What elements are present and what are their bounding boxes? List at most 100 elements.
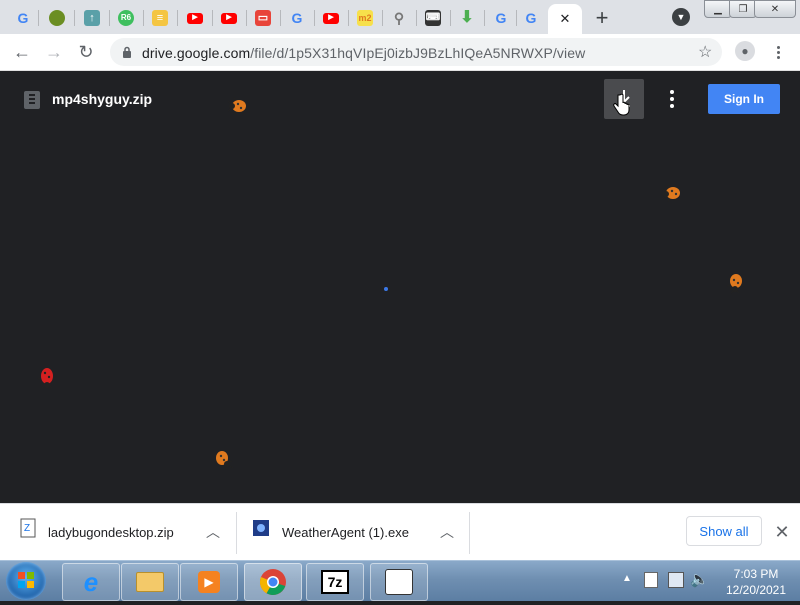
tab-store[interactable]: ▭: [248, 4, 278, 32]
volume-icon[interactable]: 🔈: [690, 570, 709, 588]
taskbar-explorer[interactable]: [121, 563, 179, 601]
download-button[interactable]: [604, 79, 644, 119]
close-shelf-button[interactable]: ✕: [772, 522, 792, 542]
svg-text:Z: Z: [24, 523, 30, 534]
google-icon: G: [525, 10, 537, 26]
address-bar[interactable]: drive.google.com/file/d/1p5X31hqVIpEj0iz…: [110, 38, 722, 66]
ladybug-icon: [216, 451, 234, 470]
zip-file-icon: Z: [20, 518, 36, 537]
upload-icon: ↑: [84, 10, 100, 26]
url-text: drive.google.com/file/d/1p5X31hqVIpEj0iz…: [142, 45, 585, 61]
shrek-icon: [49, 10, 65, 26]
network-icon[interactable]: [668, 572, 684, 588]
keyboard-icon: ⌨: [425, 10, 441, 26]
close-icon: ✕: [770, 3, 780, 15]
7zip-icon: 7z: [321, 570, 349, 594]
taskbar-ladybug-app[interactable]: [370, 563, 428, 601]
ladybug-icon: [726, 274, 745, 294]
tab-m2[interactable]: m2: [350, 4, 380, 32]
m2-icon: m2: [357, 10, 373, 26]
taskbar-ie[interactable]: e: [62, 563, 120, 601]
ladybug-app-icon: [385, 569, 413, 595]
chevron-up-icon[interactable]: ︿: [440, 522, 454, 542]
exe-file-icon: [253, 519, 269, 536]
sign-in-button[interactable]: Sign In: [708, 84, 780, 114]
person-icon: ●: [741, 44, 749, 58]
show-all-button[interactable]: Show all: [686, 516, 762, 546]
arrow-right-icon: →: [45, 41, 63, 62]
close-icon: ✕: [774, 521, 790, 542]
ladybug-icon: [37, 368, 57, 388]
file-explorer-icon: [136, 572, 164, 592]
minimize-button[interactable]: ▁: [704, 0, 732, 18]
tab-google-4[interactable]: G: [516, 4, 546, 32]
tab-search-dropdown[interactable]: ▼: [672, 8, 690, 26]
restore-button[interactable]: ❐: [729, 0, 757, 18]
tab-upload[interactable]: ↑: [77, 4, 107, 32]
hand-cursor-icon: [613, 93, 630, 116]
bookmark-star-icon[interactable]: ☆: [698, 42, 712, 62]
download-shelf: Z ladybugondesktop.zip ︿ WeatherAgent (1…: [0, 503, 800, 561]
tab-app[interactable]: R6: [111, 4, 141, 32]
windows-logo-icon: [18, 572, 34, 588]
tab-search[interactable]: ⚲: [384, 4, 414, 32]
close-icon[interactable]: ✕: [560, 11, 571, 27]
media-player-icon: ▶: [198, 571, 220, 593]
tab-strip: G ↑ R6 ≡ ▶ ▶ ▭ G ▶ m2 ⚲ ⌨ ⬇ G G ✕ + ▼ ▁ …: [0, 0, 800, 34]
close-window-button[interactable]: ✕: [754, 0, 796, 18]
tab-download[interactable]: ⬇: [452, 4, 482, 32]
youtube-icon: ▶: [323, 12, 339, 24]
more-options-button[interactable]: [662, 86, 682, 112]
start-button[interactable]: [6, 562, 46, 600]
taskbar-7zip[interactable]: 7z: [306, 563, 364, 601]
google-icon: G: [291, 10, 303, 26]
loading-spinner: [384, 287, 388, 291]
tab-google-3[interactable]: G: [486, 4, 516, 32]
download-item[interactable]: Z ladybugondesktop.zip: [20, 504, 174, 561]
download-filename: WeatherAgent (1).exe: [282, 525, 409, 540]
internet-explorer-icon: e: [83, 566, 99, 597]
search-icon: ⚲: [393, 10, 405, 26]
clock-time[interactable]: 7:03 PM: [726, 567, 786, 581]
new-tab-button[interactable]: +: [590, 5, 614, 30]
active-tab[interactable]: ✕: [548, 4, 582, 34]
tab-keyboard[interactable]: ⌨: [418, 4, 448, 32]
show-hidden-icons[interactable]: ▲: [622, 573, 632, 584]
tab-note[interactable]: ≡: [145, 4, 175, 32]
download-filename: ladybugondesktop.zip: [48, 525, 174, 540]
taskbar-media-player[interactable]: ▶: [180, 563, 238, 601]
ladybug-icon: [227, 96, 246, 116]
tab-google[interactable]: G: [8, 4, 38, 32]
youtube-icon: ▶: [187, 12, 203, 24]
browser-toolbar: ← → ↻ drive.google.com/file/d/1p5X31hqVI…: [0, 34, 800, 71]
url-path: /file/d/1p5X31hqVIpEj0izbJ9BzLhIQeA5NRWX…: [250, 45, 586, 61]
app-icon: R6: [118, 10, 134, 26]
chevron-up-icon[interactable]: ︿: [206, 522, 220, 542]
action-center-icon[interactable]: [644, 572, 658, 588]
ladybug-icon: [661, 184, 680, 203]
back-button[interactable]: ←: [10, 40, 34, 64]
tab-youtube-3[interactable]: ▶: [316, 4, 346, 32]
browser-menu-button[interactable]: [774, 43, 782, 61]
arrow-left-icon: ←: [13, 41, 31, 62]
store-icon: ▭: [255, 10, 271, 26]
tab-youtube-1[interactable]: ▶: [180, 4, 210, 32]
tab-youtube-2[interactable]: ▶: [214, 4, 244, 32]
forward-button[interactable]: →: [42, 40, 66, 64]
profile-avatar[interactable]: ●: [735, 41, 755, 61]
tab-google-2[interactable]: G: [282, 4, 312, 32]
download-icon: ⬇: [460, 9, 474, 26]
clock-date[interactable]: 12/20/2021: [718, 583, 794, 597]
tab-shrek[interactable]: [42, 4, 72, 32]
download-item[interactable]: WeatherAgent (1).exe: [252, 504, 409, 561]
taskbar-chrome[interactable]: [244, 563, 302, 601]
note-icon: ≡: [152, 10, 168, 26]
plus-icon: +: [595, 5, 609, 30]
reload-button[interactable]: ↻: [74, 40, 98, 64]
youtube-icon: ▶: [221, 12, 237, 24]
reload-icon: ↻: [78, 41, 94, 62]
lock-icon: [123, 46, 131, 58]
restore-icon: ❐: [738, 3, 748, 15]
chevron-down-icon: ▼: [676, 12, 686, 22]
google-icon: G: [495, 10, 507, 26]
